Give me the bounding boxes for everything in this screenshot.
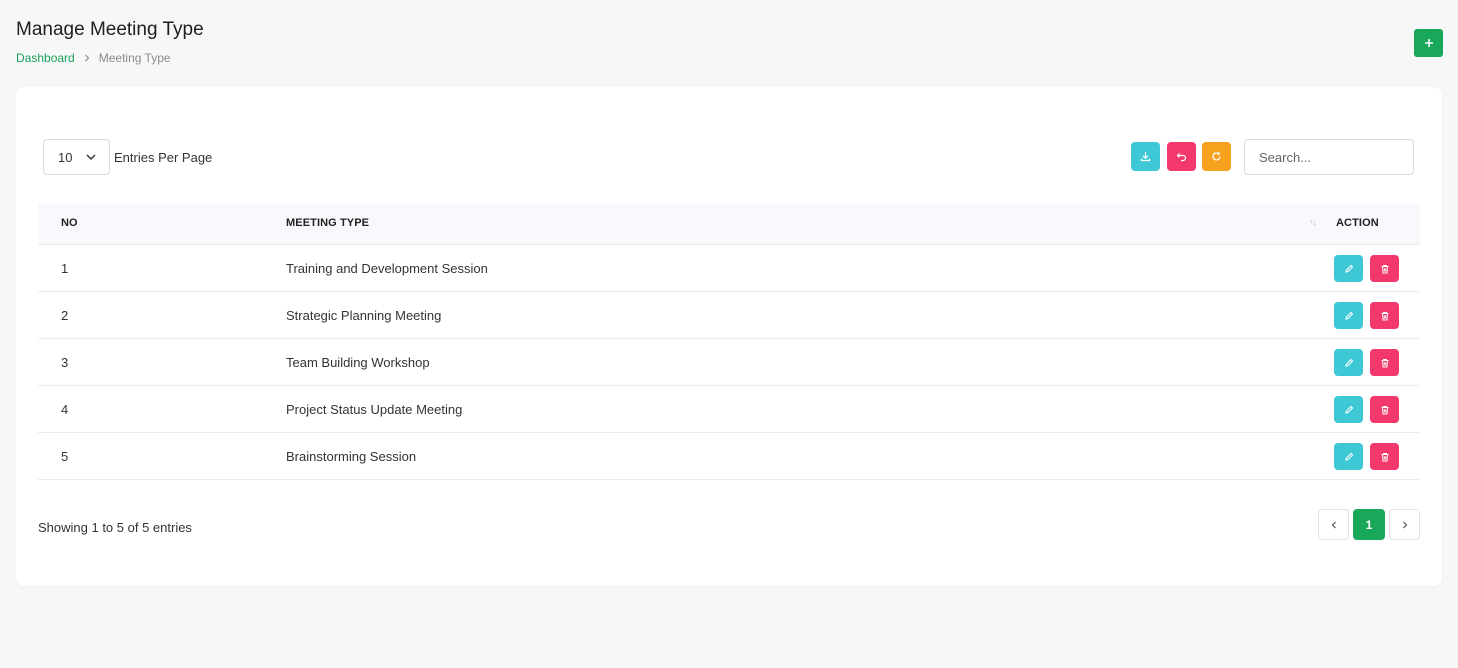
table-row: 4 Project Status Update Meeting <box>38 386 1420 433</box>
delete-button[interactable] <box>1370 349 1399 376</box>
breadcrumb-dashboard-link[interactable]: Dashboard <box>16 51 75 65</box>
meeting-type-card: 10 Entries Per Page NO MEETING TYPE ↑↓ A… <box>16 87 1442 586</box>
pencil-icon <box>1344 358 1353 367</box>
edit-button[interactable] <box>1334 396 1363 423</box>
table-header: NO MEETING TYPE ↑↓ ACTION <box>38 203 1420 245</box>
pencil-icon <box>1344 405 1353 414</box>
trash-icon <box>1381 405 1388 414</box>
delete-button[interactable] <box>1370 396 1399 423</box>
row-number: 5 <box>61 449 69 464</box>
row-number: 1 <box>61 261 69 276</box>
download-button[interactable] <box>1131 142 1160 171</box>
edit-button[interactable] <box>1334 349 1363 376</box>
row-meeting-type: Training and Development Session <box>286 261 488 276</box>
undo-icon <box>1176 153 1187 162</box>
next-page-button[interactable] <box>1389 509 1420 540</box>
page-header: Manage Meeting Type Dashboard Meeting Ty… <box>16 18 204 65</box>
entries-select-value: 10 <box>58 149 73 165</box>
edit-button[interactable] <box>1334 302 1363 329</box>
row-number: 2 <box>61 308 69 323</box>
previous-page-button[interactable] <box>1318 509 1349 540</box>
sort-icon[interactable]: ↑↓ <box>1309 217 1317 227</box>
row-meeting-type: Project Status Update Meeting <box>286 402 463 417</box>
delete-button[interactable] <box>1370 443 1399 470</box>
chevron-down-icon <box>86 153 96 160</box>
trash-icon <box>1381 264 1388 273</box>
add-meeting-type-button[interactable] <box>1414 29 1443 57</box>
row-number: 3 <box>61 355 69 370</box>
row-meeting-type: Strategic Planning Meeting <box>286 308 442 323</box>
table-row: 2 Strategic Planning Meeting <box>38 292 1420 339</box>
page: Manage Meeting Type Dashboard Meeting Ty… <box>0 0 1458 668</box>
trash-icon <box>1381 311 1388 320</box>
edit-button[interactable] <box>1334 255 1363 282</box>
column-header-no: NO <box>61 217 78 229</box>
chevron-right-icon <box>83 54 91 62</box>
pencil-icon <box>1344 311 1353 320</box>
download-icon <box>1140 152 1151 162</box>
trash-icon <box>1381 452 1388 461</box>
delete-button[interactable] <box>1370 255 1399 282</box>
delete-button[interactable] <box>1370 302 1399 329</box>
column-header-action: ACTION <box>1336 217 1379 229</box>
chevron-left-icon <box>1331 521 1336 528</box>
entries-per-page-label: Entries Per Page <box>114 150 213 165</box>
pencil-icon <box>1344 452 1353 461</box>
pencil-icon <box>1344 264 1353 273</box>
trash-icon <box>1381 358 1388 367</box>
table-row: 3 Team Building Workshop <box>38 339 1420 386</box>
meeting-type-table: NO MEETING TYPE ↑↓ ACTION 1 Training and… <box>38 203 1420 480</box>
undo-button[interactable] <box>1167 142 1196 171</box>
showing-entries-text: Showing 1 to 5 of 5 entries <box>38 520 192 535</box>
plus-icon <box>1424 39 1433 47</box>
edit-button[interactable] <box>1334 443 1363 470</box>
breadcrumb: Dashboard Meeting Type <box>16 51 204 65</box>
search-input[interactable] <box>1244 139 1414 175</box>
table-row: 1 Training and Development Session <box>38 245 1420 292</box>
refresh-icon <box>1212 152 1221 161</box>
row-number: 4 <box>61 402 69 417</box>
entries-per-page-select[interactable]: 10 <box>43 139 110 175</box>
chevron-right-icon <box>1402 521 1407 528</box>
row-meeting-type: Brainstorming Session <box>286 449 417 464</box>
refresh-button[interactable] <box>1202 142 1231 171</box>
table-row: 5 Brainstorming Session <box>38 433 1420 480</box>
row-meeting-type: Team Building Workshop <box>286 355 430 370</box>
page-button-current[interactable]: 1 <box>1353 509 1385 540</box>
page-title: Manage Meeting Type <box>16 19 204 40</box>
column-header-meeting-type[interactable]: MEETING TYPE <box>286 217 369 229</box>
breadcrumb-current: Meeting Type <box>98 51 171 65</box>
